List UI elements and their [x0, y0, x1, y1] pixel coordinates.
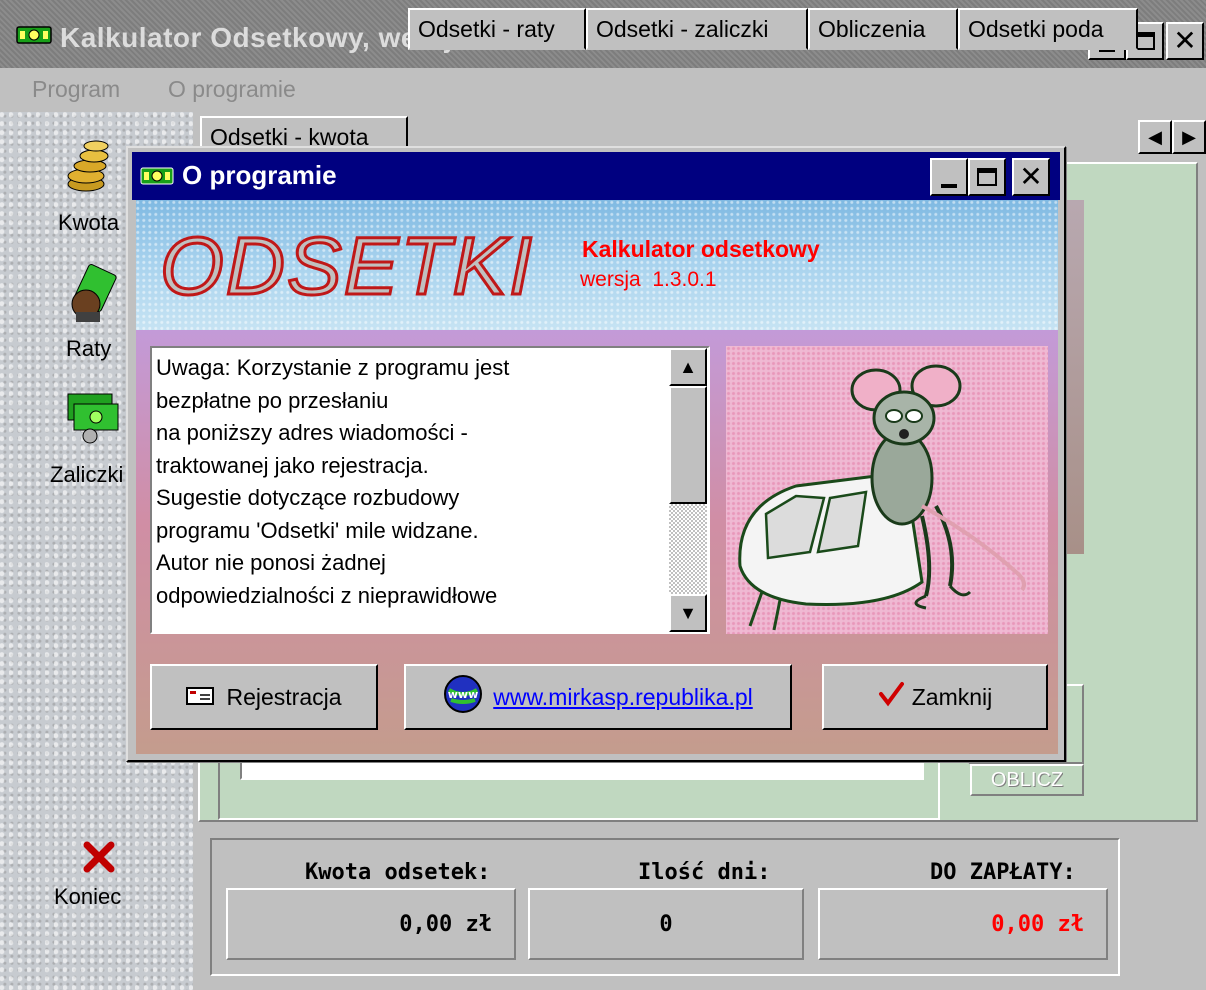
arrow-up-icon: ▲ [679, 356, 697, 377]
do-zaplaty-header: DO ZAPŁATY: [930, 860, 1076, 885]
checkmark-icon [878, 681, 904, 713]
rejestracja-button[interactable]: Rejestracja [150, 664, 378, 730]
product-name: Kalkulator odsetkowy [582, 236, 820, 262]
rejestracja-label: Rejestracja [226, 683, 342, 710]
notice-line: Sugestie dotyczące rozbudowy [156, 485, 460, 510]
notice-line: traktowanej jako rejestracja. [156, 452, 429, 478]
dialog-close-button[interactable]: ✕ [1012, 158, 1050, 196]
tab-odsetki-podatkowe[interactable]: Odsetki poda [958, 8, 1138, 50]
notice-line: na poniższy adres wiadomości - [156, 420, 468, 445]
ilosc-dni-header: Ilość dni: [638, 860, 771, 885]
website-link[interactable]: www.mirkasp.republika.pl [493, 684, 752, 711]
do-zaplaty-value: 0,00 zł [818, 888, 1108, 960]
notice-line: odpowiedzialności z nieprawidłowe [156, 582, 498, 608]
kwota-odsetek-header: Kwota odsetek: [305, 860, 491, 885]
close-icon: ✕ [1019, 160, 1043, 193]
mouse-cartoon-image [726, 346, 1048, 634]
maximize-icon [1135, 32, 1155, 50]
product-version: wersja 1.3.0.1 [580, 268, 717, 291]
nav-koniec-label[interactable]: Koniec [54, 884, 121, 910]
nav-raty-label[interactable]: Raty [66, 336, 111, 362]
arrow-left-icon: ◀ [1148, 126, 1162, 147]
tab-scroll-right-button[interactable]: ▶ [1172, 120, 1206, 154]
app-icon [16, 24, 52, 46]
close-x-icon[interactable] [82, 840, 116, 874]
notice-line: programu 'Odsetki' mile widzane. [156, 517, 479, 543]
svg-text:www: www [448, 688, 479, 701]
website-button[interactable]: www www.mirkasp.republika.pl [404, 664, 792, 730]
close-icon: ✕ [1173, 24, 1197, 57]
tab-odsetki-zaliczki[interactable]: Odsetki - zaliczki [586, 8, 808, 50]
menu-o-programie[interactable]: O programie [168, 76, 296, 103]
notice-text: Uwaga: Korzystanie z programu jest bezpł… [156, 352, 666, 612]
odsetki-logo: ODSETKI [152, 216, 542, 314]
minimize-icon [941, 184, 957, 188]
scroll-down-button[interactable]: ▼ [669, 594, 707, 632]
svg-text:ODSETKI: ODSETKI [160, 221, 534, 308]
tab-obliczenia[interactable]: Obliczenia [808, 8, 958, 50]
tab-scroll-left-button[interactable]: ◀ [1138, 120, 1172, 154]
banknotes-icon[interactable] [64, 390, 124, 446]
menu-program[interactable]: Program [32, 76, 120, 103]
tab-odsetki-raty[interactable]: Odsetki - raty [408, 8, 586, 50]
dialog-app-icon [140, 166, 174, 186]
zamknij-button[interactable]: Zamknij [822, 664, 1048, 730]
maximize-icon [977, 168, 997, 186]
dialog-minimize-button[interactable] [930, 158, 968, 196]
scroll-up-button[interactable]: ▲ [669, 348, 707, 386]
close-button[interactable]: ✕ [1166, 22, 1204, 60]
money-hand-icon[interactable] [66, 262, 122, 328]
notice-line: bezpłatne po przesłaniu [156, 387, 389, 413]
arrow-down-icon: ▼ [679, 602, 697, 623]
oblicz-button[interactable]: OBLICZ [970, 764, 1084, 796]
zamknij-label: Zamknij [911, 683, 993, 710]
ilosc-dni-value: 0 [528, 888, 804, 960]
coins-icon[interactable] [64, 134, 120, 198]
globe-icon: www [443, 674, 483, 720]
kwota-odsetek-value: 0,00 zł [226, 888, 516, 960]
notice-line: Uwaga: Korzystanie z programu jest [156, 355, 510, 380]
scroll-thumb[interactable] [669, 386, 707, 504]
arrow-right-icon: ▶ [1182, 126, 1196, 147]
dialog-maximize-button[interactable] [968, 158, 1006, 196]
dialog-title: O programie [182, 160, 337, 190]
envelope-icon [186, 684, 215, 711]
notice-line: Autor nie ponosi żadnej [156, 550, 386, 575]
